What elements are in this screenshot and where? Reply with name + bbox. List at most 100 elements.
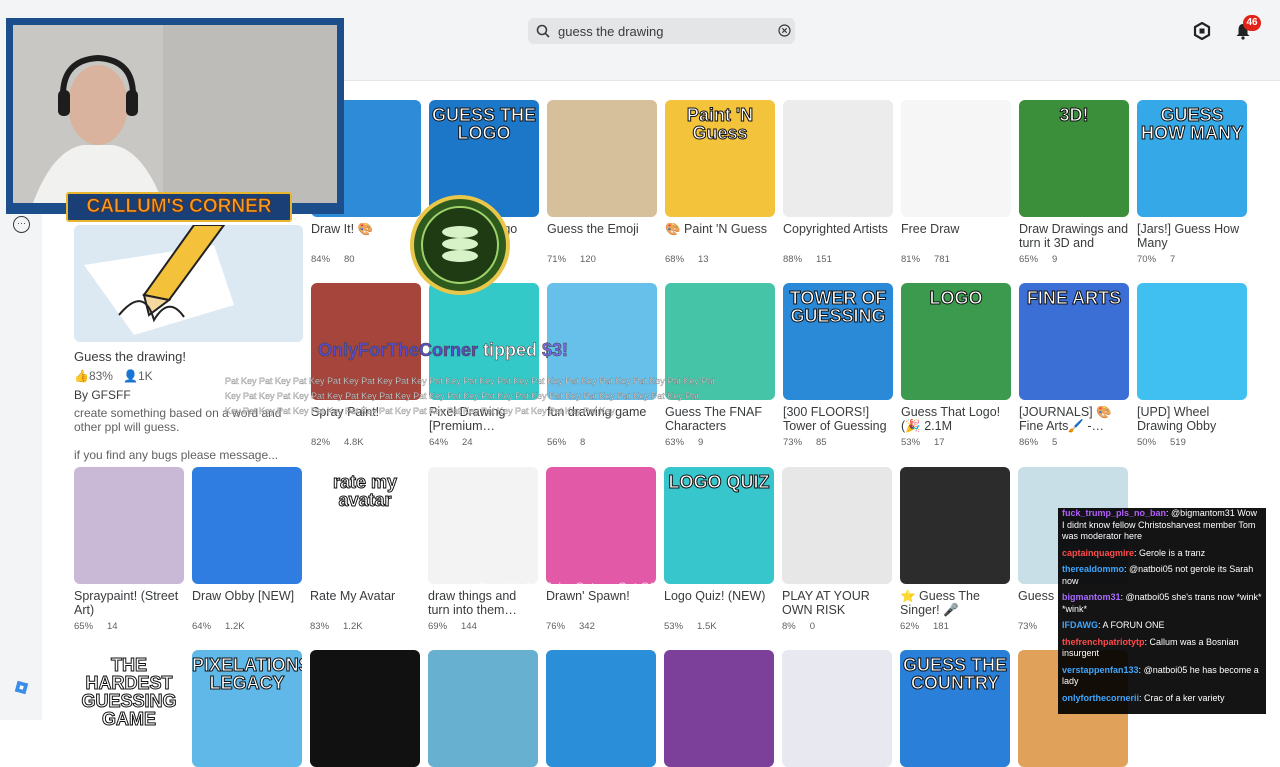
- game-title[interactable]: PLAY AT YOUR OWN RISK: [782, 590, 892, 617]
- chat-message: fuck_trump_pls_no_ban: @bigmantom31 Wow …: [1062, 508, 1262, 543]
- game-thumbnail[interactable]: [428, 650, 538, 767]
- game-rating: 76%: [546, 621, 566, 632]
- game-card[interactable]: [428, 650, 538, 767]
- game-title[interactable]: Free Draw: [901, 223, 1011, 250]
- game-title[interactable]: ⭐ Guess The Singer! 🎤 [ROCK,…: [900, 590, 1010, 617]
- game-rating: 53%: [901, 437, 921, 448]
- game-stats: 8% 0: [782, 621, 892, 632]
- game-players: 4.8K: [344, 437, 364, 448]
- game-thumbnail[interactable]: Paint 'N Guess: [665, 100, 775, 217]
- game-stats: 82% 4.8K: [311, 437, 421, 448]
- game-card[interactable]: Guess the Emoji 71% 120: [547, 100, 657, 265]
- game-card[interactable]: ⭐ Guess The Singer! 🎤 [ROCK,… 62% 181: [900, 467, 1010, 632]
- robux-shield-icon[interactable]: [1193, 22, 1211, 40]
- game-title[interactable]: 🎨 Paint 'N Guess: [665, 223, 775, 250]
- game-thumbnail[interactable]: [192, 467, 302, 584]
- game-card[interactable]: GUESS THE COUNTRY: [900, 650, 1010, 767]
- game-card[interactable]: LOGO Guess That Logo! (🎉 2.1M VISITS!… 53%…: [901, 283, 1011, 448]
- game-thumbnail[interactable]: [428, 467, 538, 584]
- clear-search-icon[interactable]: [778, 24, 791, 37]
- chat-username: thefrenchpatriotytp: [1062, 636, 1145, 647]
- game-rating: 65%: [1019, 254, 1039, 265]
- game-title[interactable]: [UPD] Wheel Drawing Obby: [1137, 406, 1247, 433]
- game-thumbnail[interactable]: [782, 650, 892, 767]
- game-stats: 64% 1.2K: [192, 621, 302, 632]
- game-card[interactable]: rate my avatar Rate My Avatar 83% 1.2K: [310, 467, 420, 632]
- game-card[interactable]: [782, 650, 892, 767]
- game-thumbnail[interactable]: rate my avatar: [310, 467, 420, 584]
- game-title[interactable]: [Jars!] Guess How Many: [1137, 223, 1247, 250]
- game-title[interactable]: Guess That Logo! (🎉 2.1M VISITS!…: [901, 406, 1011, 433]
- game-title[interactable]: Copyrighted Artists: [783, 223, 893, 250]
- game-card[interactable]: Spraypaint! (Street Art) 65% 14: [74, 467, 184, 632]
- game-thumbnail[interactable]: [74, 467, 184, 584]
- game-thumbnail[interactable]: THE HARDEST GUESSING GAME: [74, 650, 184, 767]
- game-title[interactable]: [JOURNALS] 🎨Fine Arts🖌️ -…: [1019, 406, 1129, 433]
- game-thumbnail[interactable]: 3D!: [1019, 100, 1129, 217]
- game-card[interactable]: Copyrighted Artists 88% 151: [783, 100, 893, 265]
- game-card[interactable]: TOWER OF GUESSING [300 FLOORS!] Tower of …: [783, 283, 893, 448]
- game-card[interactable]: PIXELATIONS LEGACY: [192, 650, 302, 767]
- game-card[interactable]: Free Draw 81% 781: [901, 100, 1011, 265]
- search-bar[interactable]: [528, 18, 795, 44]
- game-title[interactable]: Rate My Avatar: [310, 590, 420, 617]
- game-card[interactable]: PLAY AT YOUR OWN RISK 8% 0: [782, 467, 892, 632]
- game-thumbnail[interactable]: LOGO QUIZ: [664, 467, 774, 584]
- game-thumbnail[interactable]: [664, 650, 774, 767]
- game-thumbnail[interactable]: [546, 467, 656, 584]
- game-title[interactable]: Draw Drawings and turn it 3D and: [1019, 223, 1129, 250]
- game-card[interactable]: draw things and turn into them… 69% 144: [428, 467, 538, 632]
- game-title[interactable]: Guess the Emoji: [547, 223, 657, 250]
- search-input[interactable]: [556, 22, 780, 40]
- game-thumbnail[interactable]: TOWER OF GUESSING: [783, 283, 893, 400]
- featured-game-title[interactable]: Guess the drawing!: [74, 349, 304, 364]
- game-thumbnail[interactable]: [782, 467, 892, 584]
- roblox-logo-icon[interactable]: [14, 680, 29, 695]
- game-players: 1.2K: [343, 621, 363, 632]
- game-card[interactable]: THE HARDEST GUESSING GAME: [74, 650, 184, 767]
- game-thumbnail[interactable]: [783, 100, 893, 217]
- game-card[interactable]: 3D! Draw Drawings and turn it 3D and 65% 9: [1019, 100, 1129, 265]
- game-card[interactable]: Spray Paint! 82% 4.8K: [311, 283, 421, 448]
- game-title[interactable]: Spraypaint! (Street Art): [74, 590, 184, 617]
- game-card[interactable]: [664, 650, 774, 767]
- game-thumbnail[interactable]: [310, 650, 420, 767]
- game-card[interactable]: fun drawing game 56% 8: [547, 283, 657, 448]
- game-thumbnail[interactable]: [901, 100, 1011, 217]
- game-thumbnail[interactable]: LOGO: [901, 283, 1011, 400]
- game-card[interactable]: [546, 650, 656, 767]
- game-title[interactable]: Draw Obby [NEW]: [192, 590, 302, 617]
- game-card[interactable]: GUESS HOW MANY [Jars!] Guess How Many 70% 7: [1137, 100, 1247, 265]
- featured-game-card[interactable]: Guess the drawing! 👍83% 👤1K By GFSFF cre…: [74, 225, 304, 462]
- game-thumbnail[interactable]: [900, 467, 1010, 584]
- game-thumbnail[interactable]: GUESS HOW MANY: [1137, 100, 1247, 217]
- thumbnail-text: Paint 'N Guess: [686, 105, 754, 143]
- chat-text: A FORUN ONE: [1102, 620, 1165, 630]
- game-card[interactable]: Draw Obby [NEW] 64% 1.2K: [192, 467, 302, 632]
- game-stats: 73% 85: [783, 437, 893, 448]
- key-overlay-text: Pat Key Pat Key Pat Key Pat Key Pat Key …: [225, 376, 715, 416]
- game-card[interactable]: FINE ARTS [JOURNALS] 🎨Fine Arts🖌️ -… 86% 5: [1019, 283, 1129, 448]
- notifications-badge: 46: [1243, 15, 1261, 31]
- game-card[interactable]: Guess The FNAF Characters 63% 9: [665, 283, 775, 448]
- game-title[interactable]: Drawn' Spawn!: [546, 590, 656, 617]
- game-card[interactable]: Pixel Drawing [Premium… 64% 24: [429, 283, 539, 448]
- chat-text: Crac of a ker variety: [1144, 692, 1225, 703]
- game-card[interactable]: [310, 650, 420, 767]
- game-thumbnail[interactable]: [547, 100, 657, 217]
- game-thumbnail[interactable]: GUESS THE COUNTRY: [900, 650, 1010, 767]
- game-title[interactable]: draw things and turn into them…: [428, 590, 538, 617]
- game-card[interactable]: Drawn' Spawn! 76% 342: [546, 467, 656, 632]
- game-title[interactable]: [300 FLOORS!] Tower of Guessing: [783, 406, 893, 433]
- featured-game-thumbnail[interactable]: [74, 225, 303, 342]
- game-thumbnail[interactable]: [546, 650, 656, 767]
- game-thumbnail[interactable]: FINE ARTS: [1019, 283, 1129, 400]
- game-card[interactable]: LOGO QUIZ Logo Quiz! (NEW) 53% 1.5K: [664, 467, 774, 632]
- game-thumbnail[interactable]: PIXELATIONS LEGACY: [192, 650, 302, 767]
- game-card[interactable]: Paint 'N Guess 🎨 Paint 'N Guess 68% 13: [665, 100, 775, 265]
- game-card[interactable]: [UPD] Wheel Drawing Obby 50% 519: [1137, 283, 1247, 448]
- game-title[interactable]: Logo Quiz! (NEW): [664, 590, 774, 617]
- game-stats: 71% 120: [547, 254, 657, 265]
- more-options-icon[interactable]: ···: [13, 216, 30, 233]
- game-thumbnail[interactable]: [1137, 283, 1247, 400]
